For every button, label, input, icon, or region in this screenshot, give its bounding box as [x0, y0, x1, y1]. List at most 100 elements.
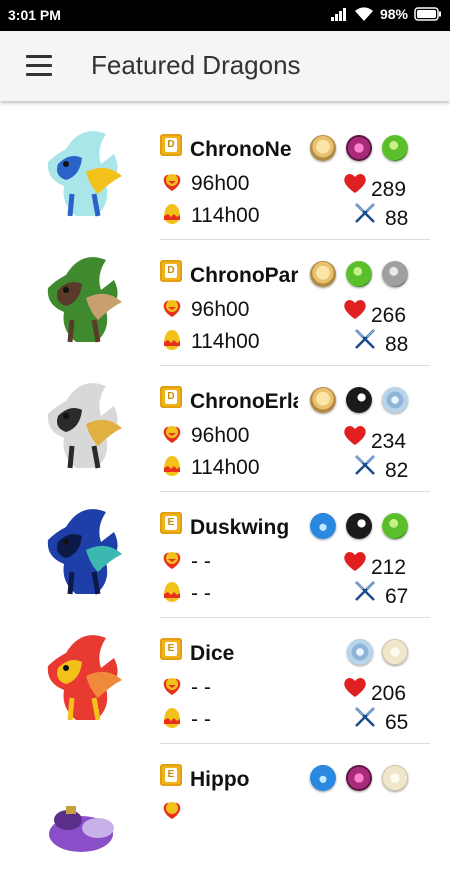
- heart-icon: [344, 174, 366, 193]
- dark-element-icon: [346, 387, 372, 413]
- hamburger-line: [26, 73, 52, 76]
- dragon-image-wrap: [36, 250, 126, 348]
- menu-button[interactable]: [26, 55, 54, 77]
- attack-value: 88: [385, 207, 409, 230]
- status-icons: 98%: [330, 6, 442, 22]
- dragon-name: ChronoNe: [190, 138, 292, 161]
- water-element-icon: [310, 513, 336, 539]
- swords-icon: [355, 707, 375, 727]
- hatch-time: 114h00: [191, 204, 260, 227]
- hp-value: 206: [371, 682, 407, 705]
- rarity-badge: D: [160, 260, 182, 282]
- chrono-element-icon: [310, 261, 336, 287]
- rarity-letter: D: [165, 264, 177, 278]
- chrono-element-icon: [310, 387, 336, 413]
- nature-element-icon: [382, 513, 408, 539]
- dragon-name: Hippo: [190, 768, 250, 791]
- heart-icon: [344, 552, 366, 571]
- dragon-list: D ChronoNe 96h00 114h00 289 88 D ChronoPar 96h0…: [0, 114, 450, 870]
- attack-value: 65: [385, 711, 409, 734]
- hp-value: 212: [371, 556, 407, 579]
- battery-percent: 98%: [379, 6, 408, 22]
- dragon-image: [47, 635, 122, 721]
- swords-icon: [355, 203, 375, 223]
- dragon-row[interactable]: D ChronoErla 96h00 114h00 234 82: [0, 366, 450, 492]
- dragon-image-wrap: [36, 376, 126, 474]
- water-element-icon: [310, 765, 336, 791]
- wifi-icon: [354, 6, 373, 21]
- breed-icon: [163, 552, 181, 569]
- dragon-image: [47, 383, 122, 469]
- heart-icon: [344, 426, 366, 445]
- breed-icon: [163, 174, 181, 191]
- dragon-image-wrap: [36, 628, 126, 726]
- status-bar: 3:01 PM 98%: [0, 0, 450, 31]
- wind-element-icon: [382, 387, 408, 413]
- dragon-row[interactable]: E Dice - - - - 206 65: [0, 618, 450, 744]
- hatch-icon: [164, 204, 180, 224]
- swords-icon: [355, 329, 375, 349]
- dragon-row[interactable]: E Hippo: [0, 744, 450, 870]
- dragon-image-wrap: [36, 754, 126, 852]
- breed-time: - -: [191, 676, 211, 699]
- dragon-row[interactable]: D ChronoPar 96h00 114h00 266 88: [0, 240, 450, 366]
- hp-value: 234: [371, 430, 407, 453]
- dragon-image: [47, 257, 122, 343]
- hatch-time: - -: [191, 582, 211, 605]
- rarity-badge: D: [160, 134, 182, 156]
- magic-element-icon: [346, 135, 372, 161]
- nature-element-icon: [382, 135, 408, 161]
- app-bar: Featured Dragons: [0, 31, 450, 101]
- dragon-name: ChronoPar: [190, 264, 298, 287]
- magic-element-icon: [346, 765, 372, 791]
- rarity-badge: E: [160, 638, 182, 660]
- heart-icon: [344, 300, 366, 319]
- breed-icon: [163, 426, 181, 443]
- heart-icon: [344, 678, 366, 697]
- rarity-letter: D: [165, 390, 177, 404]
- hamburger-line: [26, 64, 52, 67]
- breed-icon: [163, 802, 181, 819]
- swords-icon: [355, 581, 375, 601]
- dragon-image: [47, 131, 122, 217]
- swords-icon: [355, 455, 375, 475]
- hatch-time: - -: [191, 708, 211, 731]
- dragon-name: Dice: [190, 642, 235, 665]
- breed-time: 96h00: [191, 424, 250, 447]
- page-title: Featured Dragons: [91, 50, 301, 80]
- wind-element-icon: [347, 639, 373, 665]
- hatch-time: 114h00: [191, 330, 260, 353]
- dark-element-icon: [346, 513, 372, 539]
- dragon-image-wrap: [36, 502, 126, 600]
- dragon-row[interactable]: E Duskwing - - - - 212 67: [0, 492, 450, 618]
- attack-value: 67: [385, 585, 409, 608]
- rarity-letter: E: [165, 768, 177, 782]
- battery-icon: [414, 7, 441, 21]
- dragon-image: [47, 509, 122, 595]
- nature-element-icon: [346, 261, 372, 287]
- hatch-icon: [164, 456, 180, 476]
- breed-icon: [163, 678, 181, 695]
- signal-icon: [330, 8, 346, 21]
- attack-value: 88: [385, 333, 409, 356]
- rarity-badge: D: [160, 386, 182, 408]
- rarity-letter: E: [165, 516, 177, 530]
- dragon-name: ChronoErla: [190, 390, 298, 413]
- hatch-icon: [164, 708, 180, 728]
- dragon-image-wrap: [36, 124, 126, 222]
- hatch-icon: [164, 330, 180, 350]
- rarity-letter: E: [165, 642, 177, 656]
- hatch-icon: [164, 582, 180, 602]
- hatch-time: 114h00: [191, 456, 260, 479]
- dragon-row[interactable]: D ChronoNe 96h00 114h00 289 88: [0, 114, 450, 240]
- light-element-icon: [382, 765, 408, 791]
- rarity-badge: E: [160, 764, 182, 786]
- dragon-image: [49, 806, 114, 852]
- status-time: 3:01 PM: [8, 7, 61, 23]
- breed-time: - -: [191, 550, 211, 573]
- breed-time: 96h00: [191, 298, 250, 321]
- hamburger-line: [26, 55, 52, 58]
- attack-value: 82: [385, 459, 409, 482]
- light-element-icon: [382, 639, 408, 665]
- rarity-badge: E: [160, 512, 182, 534]
